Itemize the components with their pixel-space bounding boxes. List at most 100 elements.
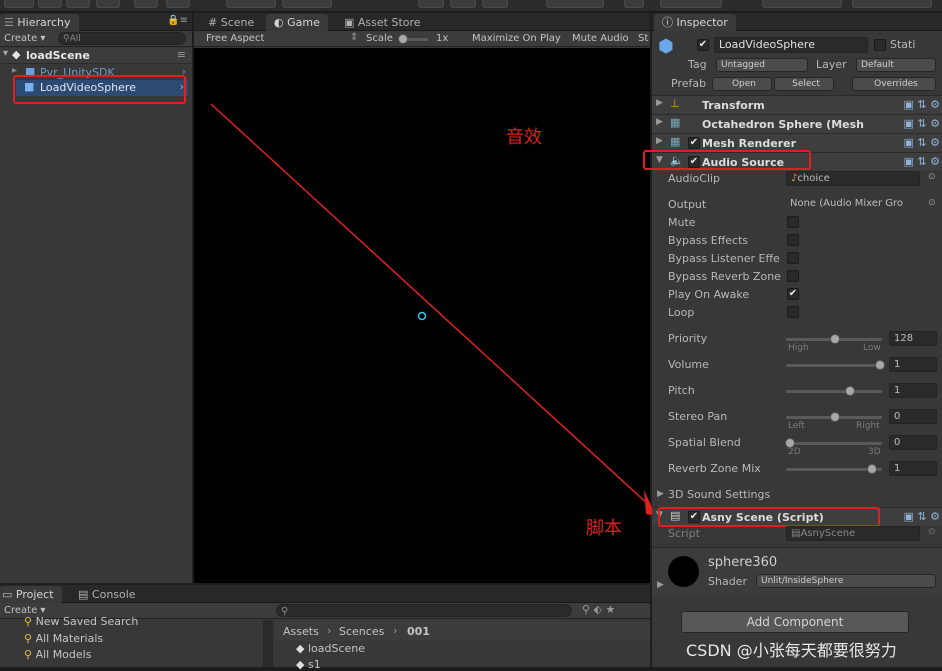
bypass-reverb-checkbox[interactable] (787, 270, 799, 282)
asset-item[interactable]: ◆ loadScene (296, 642, 365, 655)
breadcrumb-001[interactable]: 001 (407, 625, 430, 638)
layout-dropdown[interactable] (852, 0, 932, 8)
spatial-blend-field[interactable]: 0 (889, 435, 937, 450)
pitch-label: Pitch (668, 384, 695, 397)
3d-sound-settings-foldout[interactable]: 3D Sound Settings (668, 488, 770, 501)
hand-tool-button[interactable] (4, 0, 34, 8)
active-checkbox[interactable]: ✔ (697, 39, 709, 51)
prefab-open-button[interactable]: Open (712, 77, 772, 91)
hierarchy-search-input[interactable]: ⚲All (58, 32, 186, 45)
loop-checkbox[interactable] (787, 306, 799, 318)
pause-button[interactable] (450, 0, 476, 8)
scale-tool-button[interactable] (96, 0, 120, 8)
project-search-input[interactable]: ⚲ (276, 604, 572, 617)
pivot-toggle[interactable] (226, 0, 276, 8)
breadcrumb-scences[interactable]: Scences (339, 625, 384, 638)
filter-icons[interactable]: ⚲ ⬖ ★ (582, 603, 615, 616)
maximize-on-play-toggle[interactable]: Maximize On Play (472, 33, 561, 44)
favorite-item[interactable]: ⚲ All Materials (24, 632, 103, 645)
static-checkbox[interactable] (874, 39, 886, 51)
collab-button[interactable] (546, 0, 604, 8)
output-field[interactable]: None (Audio Mixer Gro (786, 197, 920, 212)
expand-arrow-icon[interactable]: ▾ (3, 48, 8, 59)
reverb-slider-knob[interactable] (867, 464, 877, 474)
pitch-field[interactable]: 1 (889, 383, 937, 398)
create-dropdown[interactable]: Create ▾ (4, 33, 45, 44)
arrow-annotation (210, 103, 650, 507)
spatial-blend-slider-track[interactable] (786, 442, 882, 445)
transform-tool-button[interactable] (166, 0, 190, 8)
global-toggle[interactable] (282, 0, 332, 8)
mesh-renderer-enabled-checkbox[interactable]: ✔ (688, 137, 700, 149)
prefab-select-button[interactable]: Select (774, 77, 834, 91)
stereo-pan-field[interactable]: 0 (889, 409, 937, 424)
collapsed-arrow-icon[interactable]: ▶ (656, 117, 663, 127)
favorite-item[interactable]: ⚲ New Saved Search (24, 615, 138, 628)
favorite-item[interactable]: ⚲ All Models (24, 648, 91, 661)
priority-field[interactable]: 128 (889, 331, 937, 346)
layer-dropdown[interactable]: Default (856, 58, 936, 72)
audioclip-field[interactable]: ♪choice (786, 171, 920, 186)
scale-slider-knob[interactable] (398, 34, 408, 44)
panel-menu-icon[interactable]: 🔒≡ (167, 15, 188, 26)
aspect-dropdown[interactable]: Free Aspect (206, 33, 264, 44)
component-octahedron-sphere[interactable]: ▶ ▦ Octahedron Sphere (Mesh ▣ ⇅ ⚙ (652, 114, 942, 133)
breadcrumb-assets[interactable]: Assets (283, 625, 319, 638)
bypass-effects-checkbox[interactable] (787, 234, 799, 246)
object-picker-icon[interactable]: ⊙ (928, 198, 936, 208)
rotate-tool-button[interactable] (66, 0, 90, 8)
scene-menu-icon[interactable]: ≡ (177, 48, 186, 61)
reverb-field[interactable]: 1 (889, 461, 937, 476)
volume-slider-knob[interactable] (875, 360, 885, 370)
collapsed-arrow-icon[interactable]: ▶ (657, 489, 664, 499)
volume-field[interactable]: 1 (889, 357, 937, 372)
tab-project[interactable]: ▭ Project (0, 586, 62, 603)
tab-hierarchy[interactable]: ☰ Hierarchy (0, 14, 79, 31)
stats-toggle[interactable]: St (638, 33, 648, 44)
arrow-line (210, 103, 650, 507)
shader-dropdown[interactable]: Unlit/InsideSphere (756, 574, 936, 588)
stereo-pan-slider-knob[interactable] (830, 412, 840, 422)
pitch-slider-knob[interactable] (845, 386, 855, 396)
component-icons[interactable]: ▣ ⇅ ⚙ (904, 155, 940, 168)
tab-asset-store[interactable]: ▣ Asset Store (336, 14, 429, 31)
add-component-button[interactable]: Add Component (681, 611, 909, 633)
favorites-scrollbar[interactable] (263, 620, 273, 667)
component-icons[interactable]: ▣ ⇅ ⚙ (904, 136, 940, 149)
mute-label: Mute (668, 216, 696, 229)
shader-label: Shader (708, 575, 747, 588)
play-on-awake-checkbox[interactable]: ✔ (787, 288, 799, 300)
cloud-button[interactable] (624, 0, 644, 8)
component-icons[interactable]: ▣ ⇅ ⚙ (904, 510, 940, 523)
collapsed-arrow-icon[interactable]: ▶ (657, 580, 664, 590)
mute-checkbox[interactable] (787, 216, 799, 228)
play-button[interactable] (418, 0, 444, 8)
mute-audio-toggle[interactable]: Mute Audio (572, 33, 629, 44)
rect-tool-button[interactable] (134, 0, 158, 8)
priority-slider-knob[interactable] (830, 334, 840, 344)
object-name-field[interactable]: LoadVideoSphere (714, 37, 868, 53)
tag-dropdown[interactable]: Untagged (716, 58, 808, 72)
component-icons[interactable]: ▣ ⇅ ⚙ (904, 117, 940, 130)
collapsed-arrow-icon[interactable]: ▶ (656, 98, 663, 108)
asset-item[interactable]: ◆ s1 (296, 658, 321, 671)
collapsed-arrow-icon[interactable]: ▶ (656, 136, 663, 146)
account-dropdown[interactable] (660, 0, 722, 8)
component-transform[interactable]: ▶ ⊥ Transform ▣ ⇅ ⚙ (652, 95, 942, 114)
bypass-listener-checkbox[interactable] (787, 252, 799, 264)
scene-header[interactable]: ▾ ◆ loadScene ≡ (0, 48, 192, 64)
move-tool-button[interactable] (38, 0, 62, 8)
object-picker-icon[interactable]: ⊙ (928, 172, 936, 182)
game-viewport[interactable]: 音效 脚本 (194, 48, 650, 583)
layers-dropdown[interactable] (762, 0, 842, 8)
volume-slider-track[interactable] (786, 364, 882, 367)
pitch-slider-track[interactable] (786, 390, 882, 393)
component-icons[interactable]: ▣ ⇅ ⚙ (904, 98, 940, 111)
tab-console[interactable]: ▤ Console (70, 586, 144, 603)
tab-game[interactable]: ◐ Game (266, 14, 328, 31)
audioclip-label: AudioClip (668, 172, 721, 185)
step-button[interactable] (482, 0, 508, 8)
tab-scene[interactable]: # Scene (200, 14, 262, 31)
prefab-overrides-dropdown[interactable]: Overrides (852, 77, 936, 91)
tab-inspector[interactable]: ⓘ Inspector (654, 14, 736, 31)
